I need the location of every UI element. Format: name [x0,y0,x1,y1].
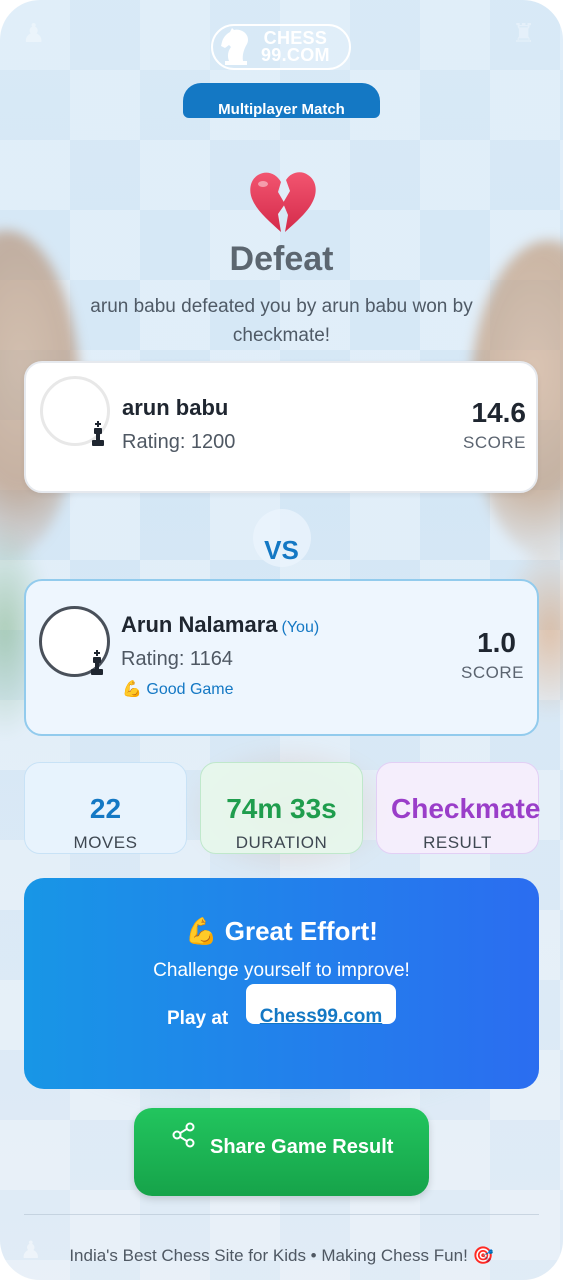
great-effort-banner: 💪 Great Effort! Challenge yourself to im… [24,878,539,1089]
king-piece-icon [91,650,103,675]
you-tag: (You) [281,619,320,636]
good-game-text: Good Game [146,681,234,698]
promo-subtitle: Challenge yourself to improve! [153,960,410,981]
knight-icon [221,28,248,65]
moves-stat: 22 MOVES [24,762,187,854]
result-stat: Checkmate RESULT [376,762,540,854]
footer-tagline: India's Best Chess Site for Kids • Makin… [69,1246,494,1265]
player-name-text: Arun Nalamara [121,612,278,637]
duration-stat: 74m 33s DURATION [200,762,363,854]
play-at-label: Play at [167,1008,229,1029]
logo-text: CHESS 99.COM [261,29,330,65]
player-card: Arun Nalamara (You) Rating: 1164 💪 Good G… [24,579,539,736]
chess-piece-icon: ♜ [512,18,536,48]
result-label: RESULT [423,833,492,852]
king-piece-icon [92,421,104,446]
result-screen: ♟ ♜ CHESS 99.COM Multiplayer Match Defea… [0,0,563,1280]
moves-value: 22 [89,793,122,824]
player-score: 1.0 [477,627,516,658]
chess-piece-icon: ♟ [22,18,46,48]
promo-title: 💪 Great Effort! [24,916,539,947]
player-score-label: SCORE [461,663,524,682]
result-value: Checkmate [391,793,541,824]
result-title: Defeat [229,240,334,278]
chess99-link[interactable]: Chess99.com [246,984,396,1024]
share-button-label: Share Game Result [210,1136,394,1158]
flexed-arm-icon: 💪 [185,916,218,946]
chess99-logo[interactable]: CHESS 99.COM [211,24,351,70]
opponent-card: arun babu Rating: 1200 14.6 SCORE [24,361,538,493]
vs-label: VS [264,535,299,565]
player-rating: Rating: 1164 [121,648,233,670]
result-description: arun babu defeated you by arun babu won … [90,296,473,346]
duration-label: DURATION [235,833,328,852]
opponent-rating: Rating: 1200 [122,431,236,453]
player-name: Arun Nalamara (You) [121,612,319,638]
opponent-score: 14.6 [471,397,527,428]
moves-label: MOVES [73,833,138,852]
share-result-button[interactable]: Share Game Result [134,1108,429,1196]
broken-heart-icon [250,172,316,232]
logo-line-2: 99.COM [261,45,330,65]
promo-title-text: Great Effort! [224,916,378,946]
opponent-score-label: SCORE [463,433,526,452]
duration-value: 74m 33s [226,793,337,824]
flexed-arm-icon: 💪 [122,681,142,698]
opponent-name: arun babu [122,395,229,420]
footer-divider [24,1214,539,1215]
good-game-badge: 💪 Good Game [122,679,234,699]
match-mode-badge: Multiplayer Match [183,83,380,118]
share-icon [172,1122,195,1148]
